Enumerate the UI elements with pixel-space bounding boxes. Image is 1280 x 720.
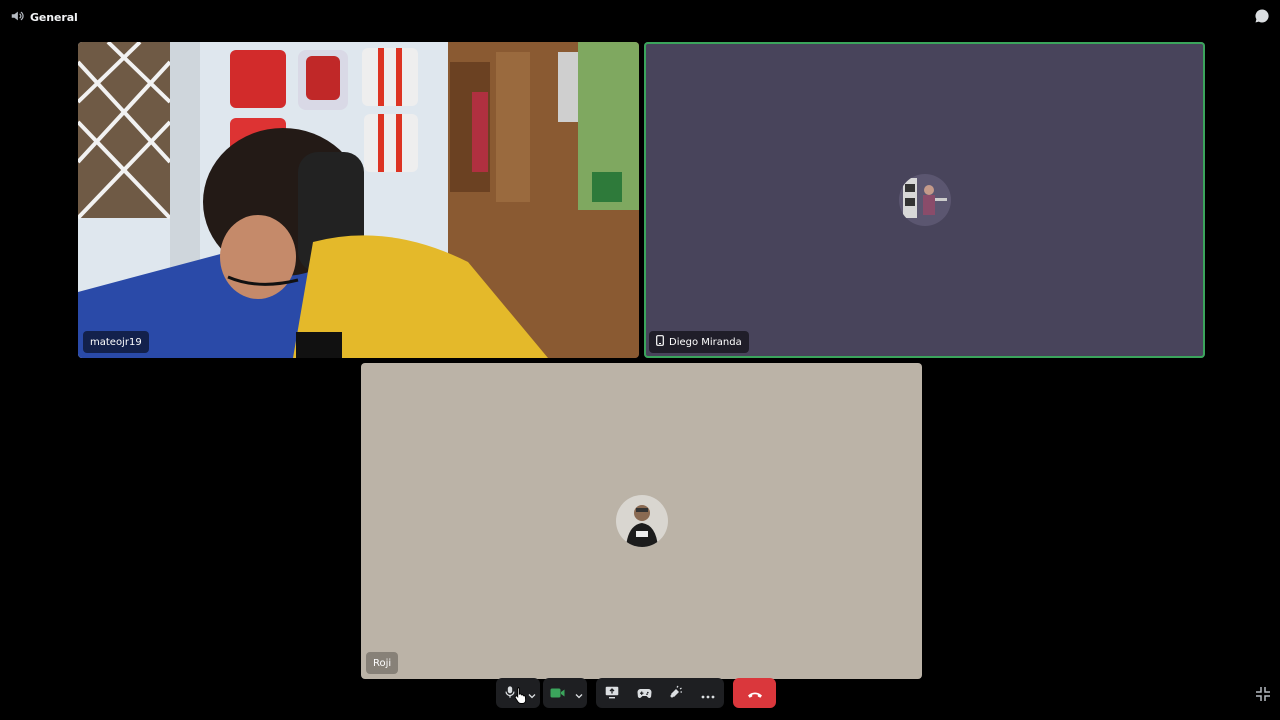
chevron-down-icon xyxy=(528,684,536,703)
video-tile-mateojr19[interactable]: mateojr19 xyxy=(78,42,639,358)
chevron-down-icon xyxy=(575,684,583,703)
video-camera-icon xyxy=(550,684,565,703)
participant-name-tag: Diego Miranda xyxy=(649,331,749,353)
camera-toggle-button[interactable] xyxy=(543,678,571,708)
video-tile-roji[interactable]: Roji xyxy=(361,363,922,679)
video-tile-diego-miranda[interactable]: Diego Miranda xyxy=(644,42,1205,358)
soundboard-button[interactable] xyxy=(660,678,692,708)
avatar xyxy=(615,495,668,547)
disconnect-button[interactable] xyxy=(733,678,776,708)
participant-name-tag: Roji xyxy=(366,652,399,674)
participant-name: Roji xyxy=(373,657,392,669)
more-options-button[interactable] xyxy=(692,678,724,708)
speaker-icon xyxy=(10,8,24,27)
activities-button[interactable] xyxy=(628,678,660,708)
mouse-cursor-icon xyxy=(514,686,528,704)
camera-control-group xyxy=(543,678,587,708)
camera-feed xyxy=(78,42,639,358)
more-dots-icon xyxy=(701,684,715,703)
channel-header: General xyxy=(10,8,78,27)
chat-bubble-icon[interactable] xyxy=(1254,8,1270,24)
gamepad-icon xyxy=(636,684,652,703)
exit-fullscreen-button[interactable] xyxy=(1255,686,1271,702)
activity-control-group xyxy=(596,678,724,708)
soundboard-icon xyxy=(669,684,683,703)
participant-name-tag: mateojr19 xyxy=(83,331,149,353)
participant-name: mateojr19 xyxy=(90,336,142,348)
hang-up-icon xyxy=(747,684,763,703)
screen-share-button[interactable] xyxy=(596,678,628,708)
channel-name: General xyxy=(30,11,78,24)
avatar xyxy=(898,174,951,226)
screen-share-icon xyxy=(605,684,619,703)
mobile-phone-icon xyxy=(656,335,664,349)
call-controls xyxy=(0,676,1280,712)
top-bar: General xyxy=(0,0,1280,32)
camera-options-button[interactable] xyxy=(571,678,587,708)
voice-call-stage: General mateojr19 Diego Miranda Roji xyxy=(0,0,1280,720)
exit-fullscreen-icon xyxy=(1255,687,1271,706)
participant-name: Diego Miranda xyxy=(669,336,742,348)
